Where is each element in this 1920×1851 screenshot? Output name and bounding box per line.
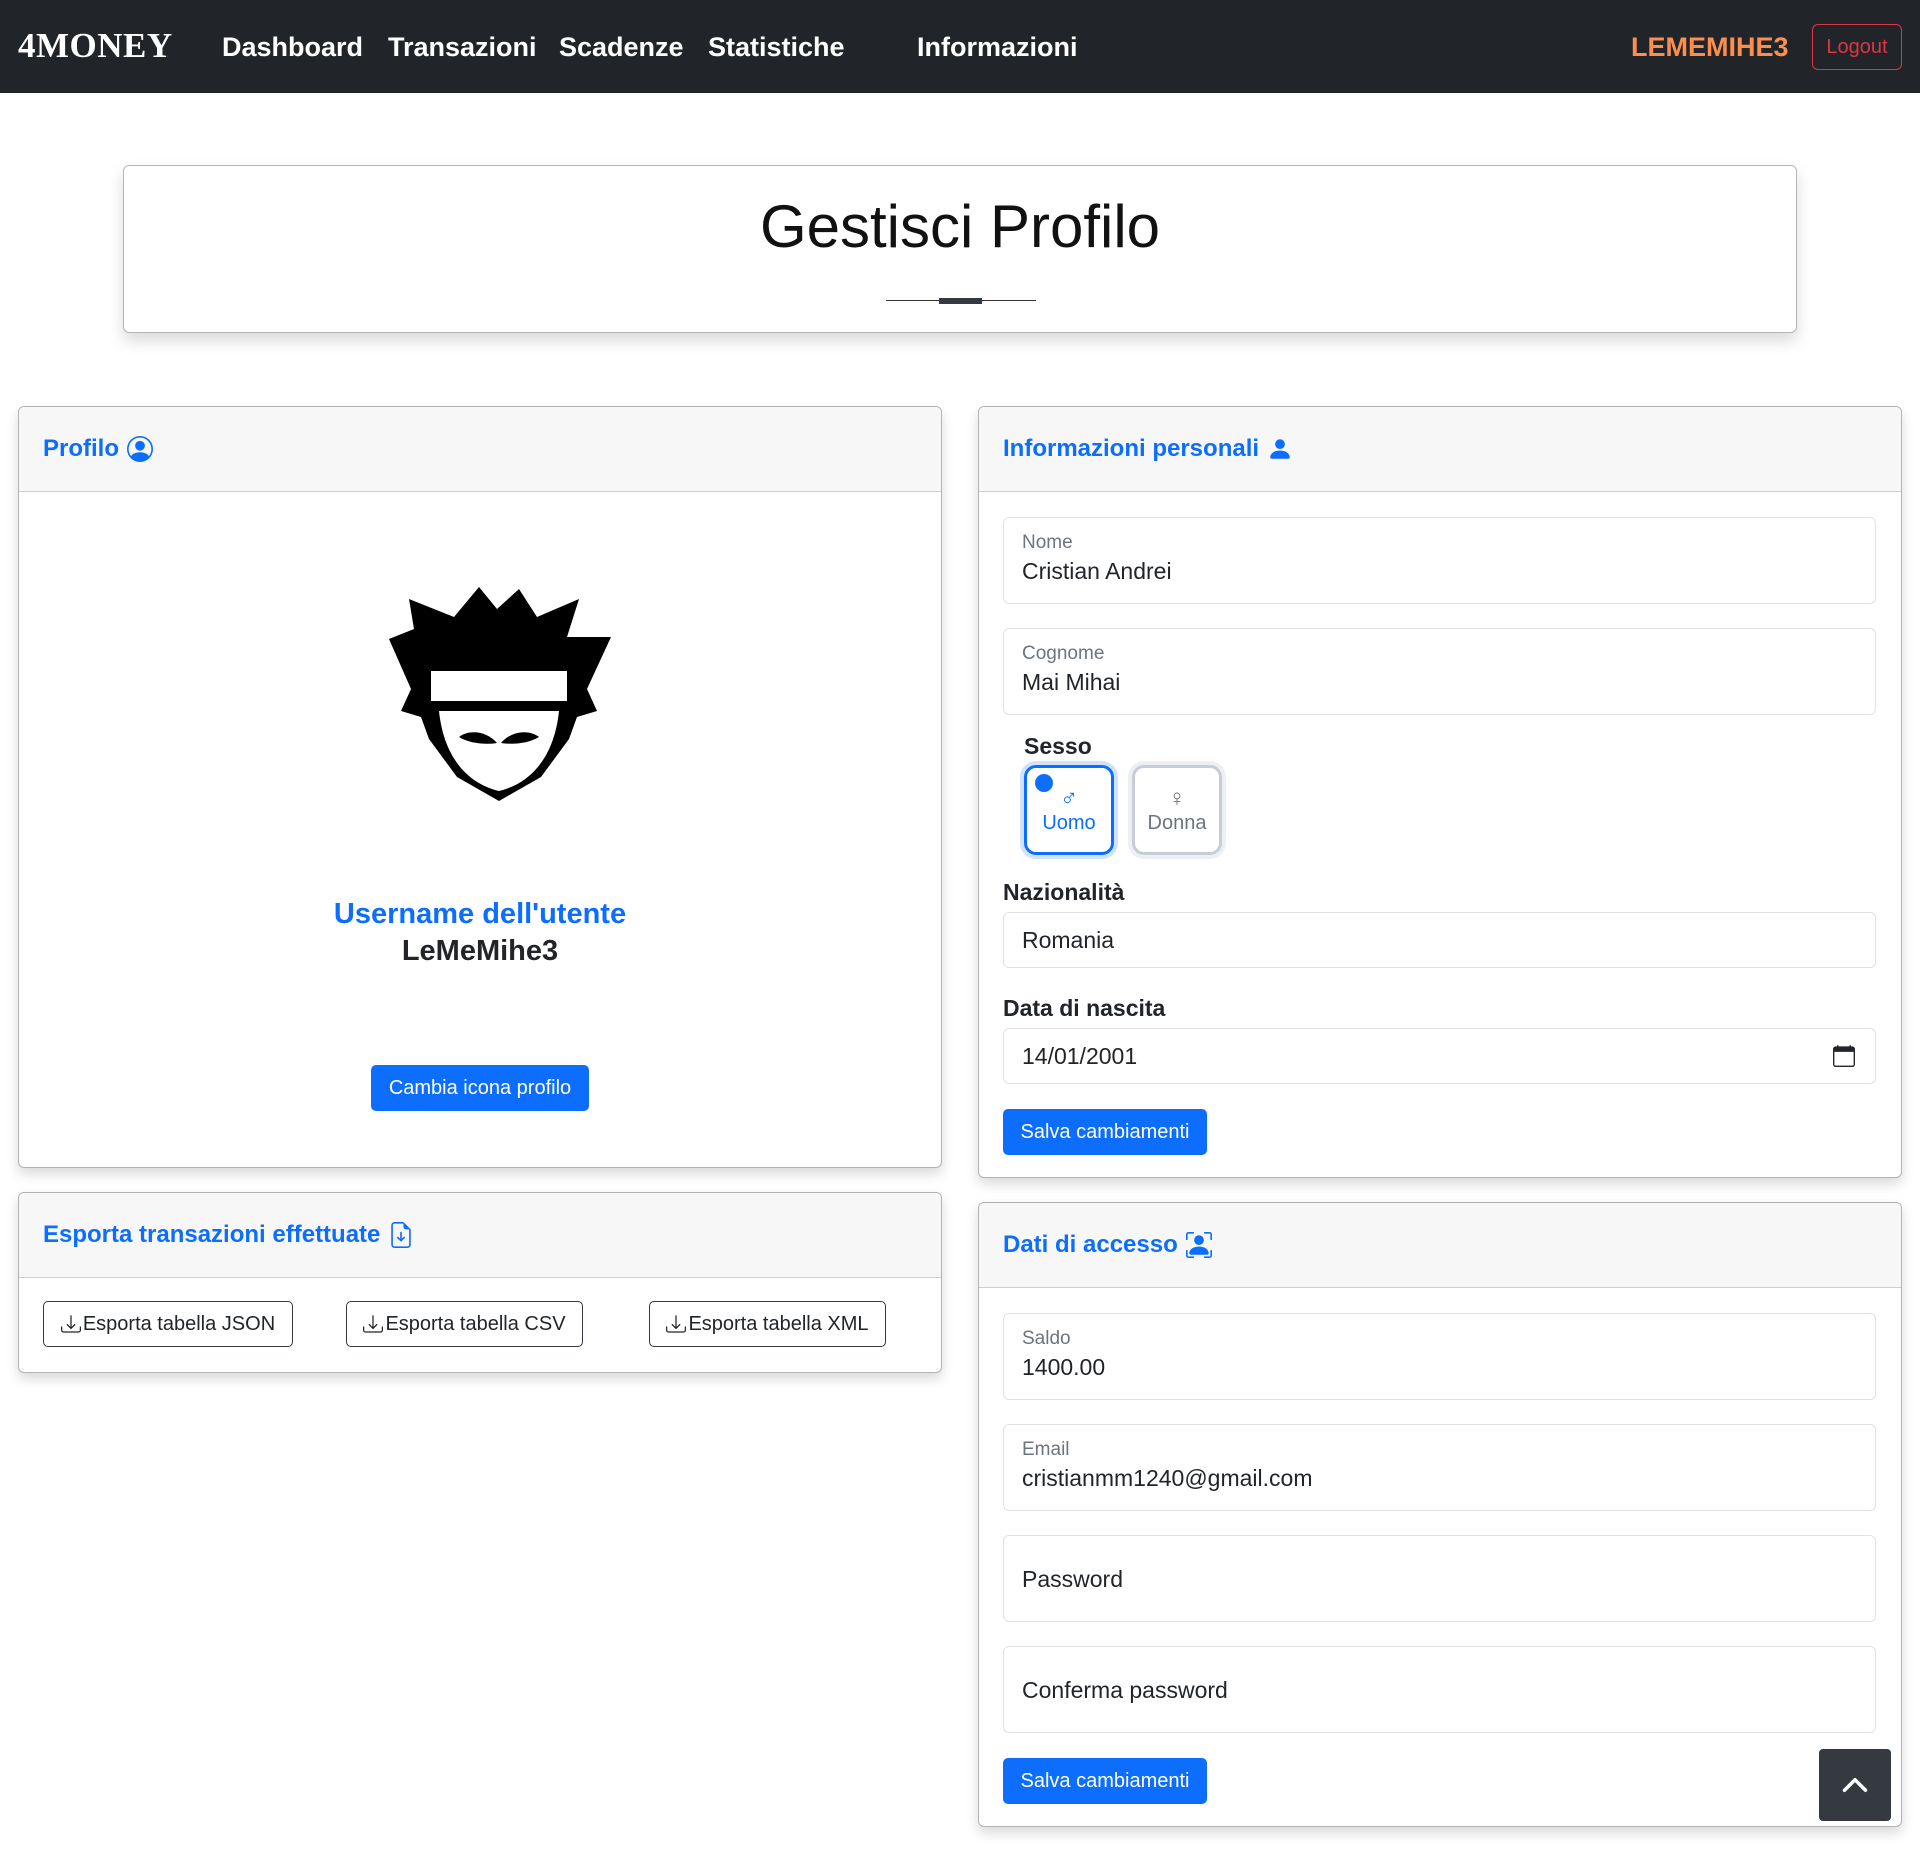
saldo-label: Saldo [1022,1328,1071,1349]
profile-card-header: Profilo [19,407,941,492]
page-title: Gestisci Profilo [759,193,1161,260]
email-value: cristianmm1240@gmail.com [1022,1465,1313,1491]
export-xml-button[interactable]: Esporta tabella XML [649,1301,886,1347]
cognome-label: Cognome [1022,643,1105,664]
data-nascita-label: Data di nascita [1003,995,1166,1021]
export-card: Esporta transazioni effettuate Esporta t… [18,1192,942,1373]
nazionalita-label: Nazionalità [1003,879,1125,905]
page-title-card: Gestisci Profilo [123,165,1797,333]
export-card-title: Esporta transazioni effettuate [43,1221,414,1249]
profile-card: Profilo Username dell'utente LeMeMihe3 C… [18,406,942,1168]
saldo-field[interactable]: Saldo 1400.00 [1003,1313,1876,1400]
current-user-name[interactable]: LEMEMIHE3 [1631,32,1789,63]
radio-selected-dot [1035,774,1053,792]
calendar-icon[interactable] [1833,1045,1855,1067]
gender-option-female[interactable]: ♀ Donna [1132,765,1222,855]
person-bounding-box-icon [1185,1232,1212,1258]
personal-info-card-header: Informazioni personali [979,407,1901,492]
email-label: Email [1022,1439,1070,1460]
nav-link-transazioni[interactable]: Transazioni [388,32,537,63]
nav-link-scadenze[interactable]: Scadenze [559,32,684,63]
download-icon [60,1315,81,1333]
data-nascita-value: 14/01/2001 [1022,1043,1138,1069]
access-data-card-title: Dati di accesso [1003,1231,1212,1259]
download-icon [363,1315,384,1333]
export-card-title-text: Esporta transazioni effettuate [43,1221,381,1248]
nav-link-statistiche[interactable]: Statistiche [708,32,845,63]
nome-value: Cristian Andrei [1022,558,1172,584]
export-xml-label: Esporta tabella XML [688,1312,869,1335]
nome-label: Nome [1022,532,1073,553]
profile-card-title: Profilo [43,435,153,463]
title-divider-accent [939,298,982,304]
nazionalita-input[interactable]: Romania [1003,912,1876,968]
save-personal-info-button[interactable]: Salva cambiamenti [1003,1109,1207,1155]
data-nascita-input[interactable]: 14/01/2001 [1003,1028,1876,1084]
confirm-password-placeholder: Conferma password [1022,1677,1228,1703]
male-symbol-icon: ♂ [1060,784,1078,812]
change-profile-icon-button[interactable]: Cambia icona profilo [371,1065,589,1111]
female-symbol-icon: ♀ [1168,784,1186,812]
save-access-data-button[interactable]: Salva cambiamenti [1003,1758,1207,1804]
profile-card-title-text: Profilo [43,435,119,462]
chevron-up-icon [1842,1778,1868,1792]
scroll-to-top-button[interactable] [1819,1749,1891,1821]
personal-info-card-title: Informazioni personali [1003,435,1293,463]
export-csv-button[interactable]: Esporta tabella CSV [346,1301,583,1347]
saldo-value: 1400.00 [1022,1354,1106,1380]
username-value: LeMeMihe3 [401,935,559,967]
file-download-icon [391,1222,412,1248]
avatar-ninja-icon [389,587,611,801]
logout-button[interactable]: Logout [1812,24,1902,70]
username-label: Username dell'utente [333,898,627,930]
nazionalita-value: Romania [1022,927,1115,953]
user-circle-icon [127,436,153,462]
personal-info-card-title-text: Informazioni personali [1003,435,1260,462]
nome-field[interactable]: Nome Cristian Andrei [1003,517,1876,604]
sesso-label: Sesso [1024,733,1092,759]
confirm-password-field[interactable]: Conferma password [1003,1646,1876,1733]
gender-female-label: Donna [1147,811,1207,834]
navbar: 4MONEY Dashboard Transazioni Scadenze St… [0,0,1920,93]
person-icon [1270,439,1290,459]
gender-male-label: Uomo [1042,811,1096,834]
access-data-card-header: Dati di accesso [979,1203,1901,1288]
export-json-label: Esporta tabella JSON [82,1312,276,1335]
export-json-button[interactable]: Esporta tabella JSON [43,1301,293,1347]
personal-info-card: Informazioni personali Nome Cristian And… [978,406,1902,1178]
cognome-field[interactable]: Cognome Mai Mihai [1003,628,1876,715]
download-icon [666,1315,687,1333]
access-data-card-title-text: Dati di accesso [1003,1231,1178,1258]
email-field[interactable]: Email cristianmm1240@gmail.com [1003,1424,1876,1511]
export-card-header: Esporta transazioni effettuate [19,1193,941,1278]
nav-link-informazioni[interactable]: Informazioni [917,32,1078,63]
access-data-card: Dati di accesso Saldo 1400.00 Email cris… [978,1202,1902,1827]
gender-option-male[interactable]: ♂ Uomo [1024,765,1114,855]
password-field[interactable]: Password [1003,1535,1876,1622]
cognome-value: Mai Mihai [1022,669,1121,695]
password-placeholder: Password [1022,1566,1123,1592]
export-csv-label: Esporta tabella CSV [385,1312,566,1335]
nav-link-dashboard[interactable]: Dashboard [222,32,363,63]
brand-logo[interactable]: 4MONEY [18,26,173,66]
